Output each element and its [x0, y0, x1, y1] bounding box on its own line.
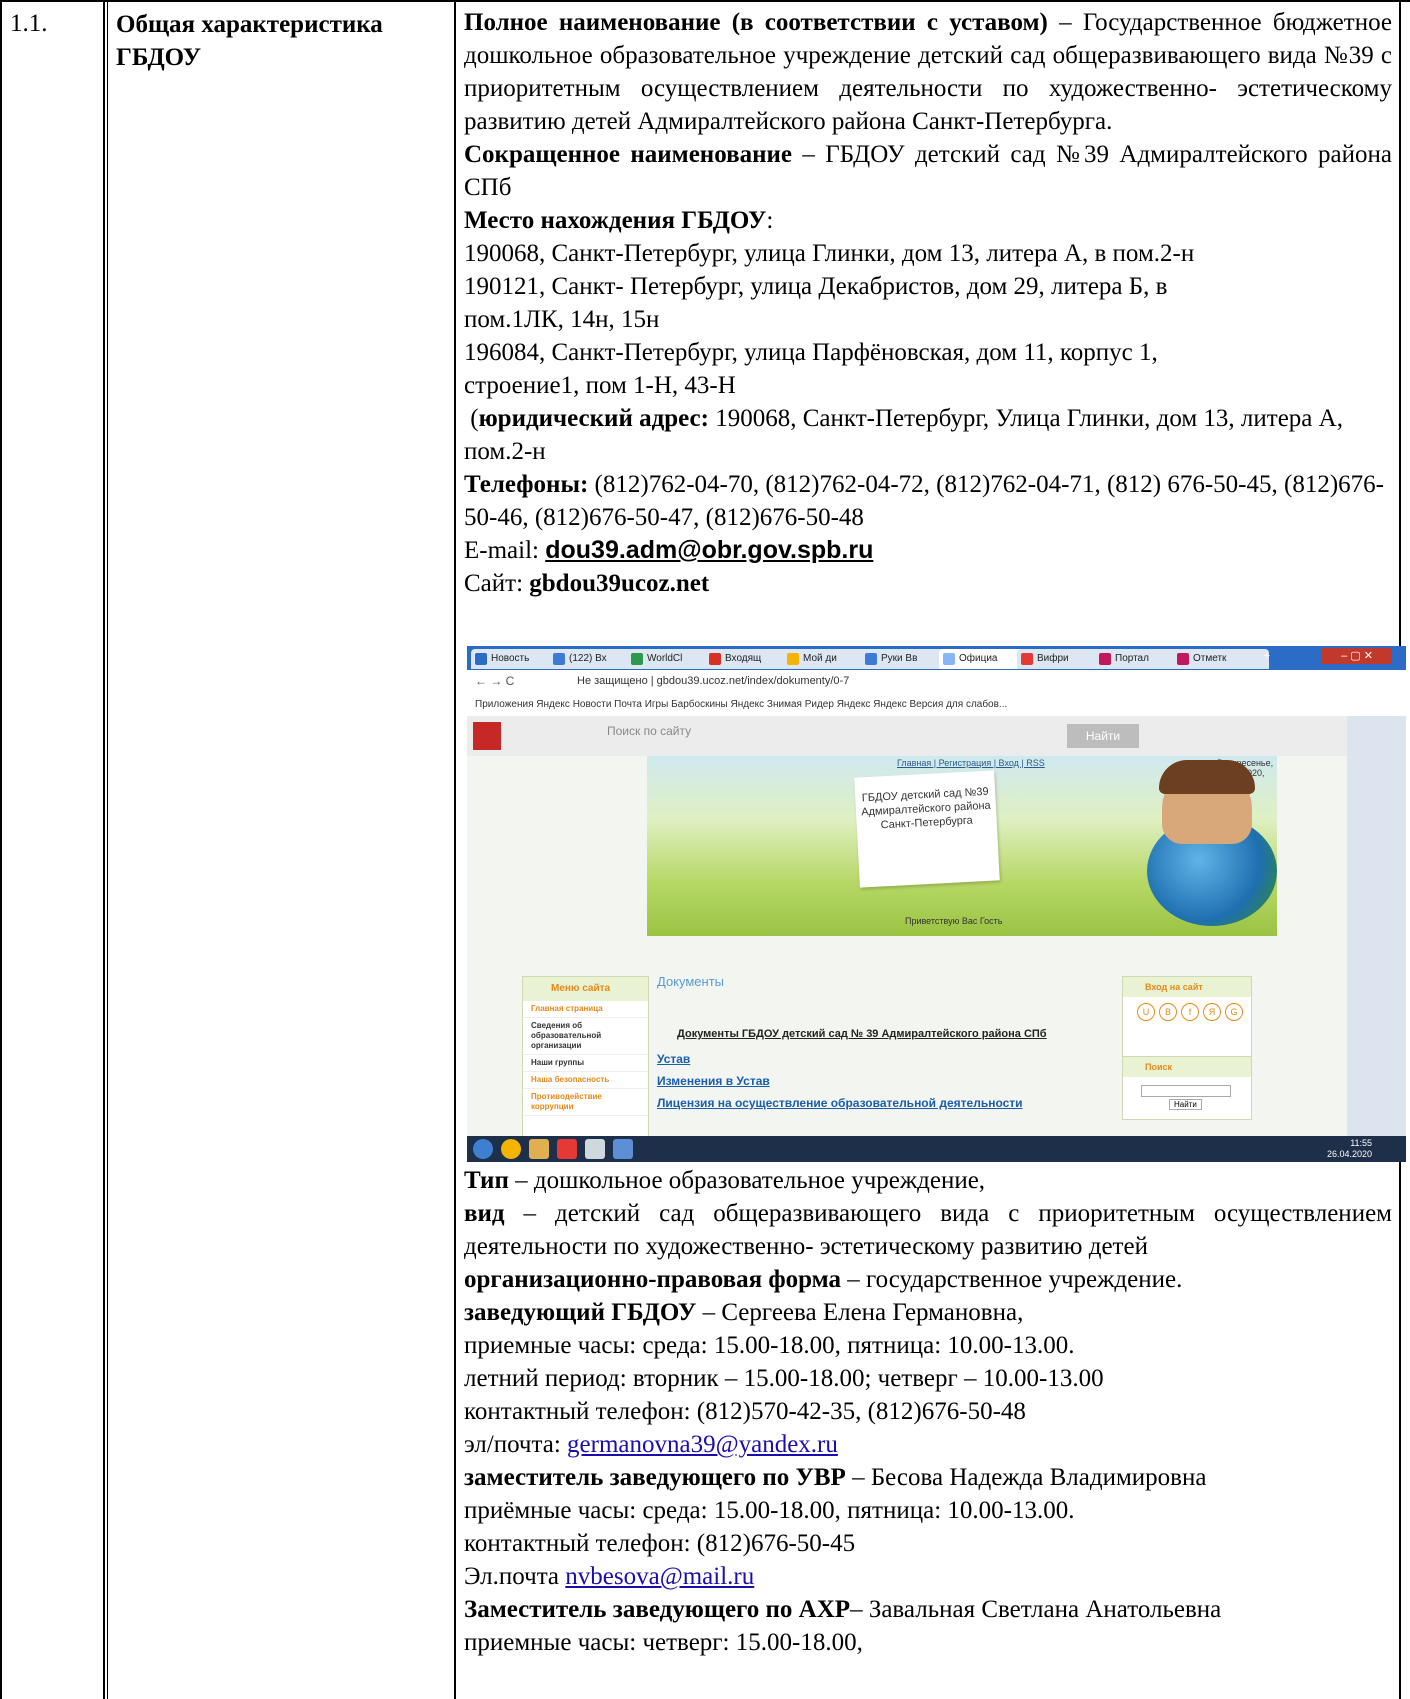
- content-cell-continued: Тип – дошкольное образовательное учрежде…: [464, 1164, 1392, 1659]
- type-text: – дошкольное образовательное учреждение,: [508, 1167, 986, 1194]
- site-greeting: Приветствую Вас Гость: [905, 916, 1003, 926]
- taskbar-clock: 11:55 26.04.2020: [1327, 1138, 1373, 1159]
- address-bar: ← → C Не защищено | gbdou39.ucoz.net/ind…: [467, 670, 1406, 695]
- spb-emblem-icon: [473, 722, 501, 750]
- section-title: Общая характеристика ГБДОУ: [116, 11, 383, 71]
- site-menu-item: Сведения об образовательной организации: [523, 1018, 648, 1055]
- deputy1-text: – Бесова Надежда Владимировна: [845, 1464, 1207, 1491]
- deputy1-email-link[interactable]: nvbesova@mail.ru: [565, 1563, 754, 1590]
- browser-tab: Отметк: [1173, 649, 1269, 669]
- bookmarks-bar: Приложения Яндекс Новости Почта Игры Бар…: [467, 694, 1406, 717]
- location-label: Место нахождения ГБДОУ: [464, 207, 767, 234]
- site-docs-title: Документы: [657, 974, 725, 989]
- document-page: 1.1. Общая характеристика ГБДОУ Полное н…: [0, 0, 1410, 1699]
- site-menu-item: Противодействие коррупции: [523, 1089, 648, 1116]
- browser-tab-bar: Новость (122) Вх WorldCl Входящ Мой ди Р…: [467, 646, 1406, 670]
- social-b-icon: B: [1159, 1003, 1177, 1021]
- head-phone: контактный телефон: (812)570-42-35, (812…: [464, 1398, 1026, 1425]
- site-menu: Меню сайта Главная страница Сведения об …: [522, 976, 649, 1150]
- nav-arrows-icon: ← → C: [475, 674, 515, 688]
- window-controls-icon: – ▢ ✕: [1322, 648, 1392, 664]
- site-docs-heading: Документы ГБДОУ детский сад № 39 Адмирал…: [677, 1028, 1047, 1040]
- site-doc-link: Устав: [657, 1052, 691, 1066]
- boy-hair-image: [1159, 760, 1255, 794]
- site-top-nav: Главная | Регистрация | Вход | RSS: [897, 758, 1045, 768]
- url-text: Не защищено | gbdou39.ucoz.net/index/dok…: [577, 675, 850, 687]
- site-search-box: Поиск Найти: [1122, 1056, 1252, 1120]
- new-tab-icon: +: [1263, 650, 1271, 662]
- site-menu-item: Наши группы: [523, 1055, 648, 1072]
- deputy2-hours: приемные часы: четверг: 15.00-18.00,: [464, 1629, 863, 1656]
- chrome-icon: [501, 1139, 521, 1159]
- site-menu-title: Меню сайта: [523, 977, 648, 1001]
- head-text: – Сергеева Елена Германовна,: [696, 1299, 1024, 1326]
- address-2: 190121, Санкт- Петербург, улица Декабрис…: [464, 273, 1168, 333]
- address-1: 190068, Санкт-Петербург, улица Глинки, д…: [464, 240, 1195, 267]
- short-name-label: Сокращенное наименование: [464, 141, 792, 168]
- form-label: организационно-правовая форма: [464, 1266, 842, 1293]
- gov-navigator-bar: Поиск по сайту Найти: [467, 716, 1347, 756]
- site-doc-link: Изменения в Устав: [657, 1074, 770, 1088]
- site-search-go: Найти: [1169, 1099, 1202, 1110]
- folder-icon: [529, 1139, 549, 1159]
- head-email-label: эл/почта:: [464, 1431, 568, 1458]
- site-search-field: [1141, 1085, 1231, 1097]
- head-email-link[interactable]: germanovna39@yandex.ru: [567, 1431, 838, 1458]
- column-divider-1: [103, 0, 105, 1699]
- address-3: 196084, Санкт-Петербург, улица Парфёновс…: [464, 339, 1158, 399]
- social-ya-icon: Я: [1203, 1003, 1221, 1021]
- site-menu-item: Наша безопасность: [523, 1072, 648, 1089]
- kind-text: – детский сад общеразвивающего вида с пр…: [464, 1200, 1392, 1260]
- phones-text: (812)762-04-70, (812)762-04-72, (812)762…: [464, 471, 1384, 531]
- screenshot-tool-icon: [613, 1139, 633, 1159]
- deputy1-phone: контактный телефон: (812)676-50-45: [464, 1530, 856, 1557]
- deputy1-hours: приёмные часы: среда: 15.00-18.00, пятни…: [464, 1497, 1075, 1524]
- column-divider-1b: [107, 0, 108, 1699]
- type-label: Тип: [464, 1167, 509, 1194]
- column-divider-2: [454, 0, 456, 1699]
- document-icon: [585, 1139, 605, 1159]
- row-number: 1.1.: [10, 10, 48, 37]
- site-main-content: Документы Документы ГБДОУ детский сад № …: [657, 974, 1117, 1110]
- kind-label: вид: [464, 1200, 505, 1227]
- email-link[interactable]: dou39.adm@obr.gov.spb.ru: [545, 536, 873, 564]
- start-icon: [473, 1139, 493, 1159]
- site-login-title: Вход на сайт: [1123, 977, 1251, 997]
- yandex-icon: [557, 1139, 577, 1159]
- deputy2-text: – Завальная Светлана Анатольевна: [850, 1596, 1222, 1623]
- table-top-border: [0, 0, 1410, 2]
- social-f-icon: f: [1181, 1003, 1199, 1021]
- site-title-note: ГБДОУ детский сад №39 Адмиралтейского ра…: [854, 770, 1000, 888]
- site-label: Сайт:: [464, 570, 530, 597]
- phones-label: Телефоны:: [464, 471, 589, 498]
- site-login-box: Вход на сайт U B f Я G: [1122, 976, 1252, 1058]
- website-screenshot: Новость (122) Вх WorldCl Входящ Мой ди Р…: [467, 646, 1406, 1162]
- social-g-icon: G: [1225, 1003, 1243, 1021]
- social-u-icon: U: [1137, 1003, 1155, 1021]
- site-search-placeholder: Поиск по сайту: [607, 724, 692, 738]
- head-label: заведующий ГБДОУ: [464, 1299, 697, 1326]
- full-name-label: Полное наименование (в соответствии с ус…: [464, 9, 1048, 36]
- site-menu-item: Главная страница: [523, 1001, 648, 1018]
- head-hours: приемные часы: среда: 15.00-18.00, пятни…: [464, 1332, 1075, 1359]
- side-window-strip: [1347, 716, 1406, 1148]
- deputy1-label: заместитель заведующего по УВР: [464, 1464, 846, 1491]
- form-text: – государственное учреждение.: [841, 1266, 1183, 1293]
- site-search-title: Поиск: [1123, 1057, 1251, 1077]
- site-link[interactable]: gbdou39ucoz.net: [529, 570, 709, 597]
- head-summer-hours: летний период: вторник – 15.00-18.00; че…: [464, 1365, 1104, 1392]
- email-label: E-mail:: [464, 537, 546, 564]
- site-search-button: Найти: [1067, 724, 1139, 748]
- deputy1-email-label: Эл.почта: [464, 1563, 566, 1590]
- site-doc-link: Лицензия на осуществление образовательно…: [657, 1096, 1023, 1110]
- site-header-banner: Главная | Регистрация | Вход | RSS Воскр…: [647, 756, 1277, 936]
- table-left-border: [0, 0, 2, 1699]
- windows-taskbar: 11:55 26.04.2020: [467, 1136, 1406, 1162]
- content-cell: Полное наименование (в соответствии с ус…: [464, 9, 1392, 597]
- site-body: Главная | Регистрация | Вход | RSS Воскр…: [467, 756, 1347, 1150]
- legal-address-label: юридический адрес:: [478, 405, 709, 432]
- deputy2-label: Заместитель заведующего по АХР: [464, 1596, 851, 1623]
